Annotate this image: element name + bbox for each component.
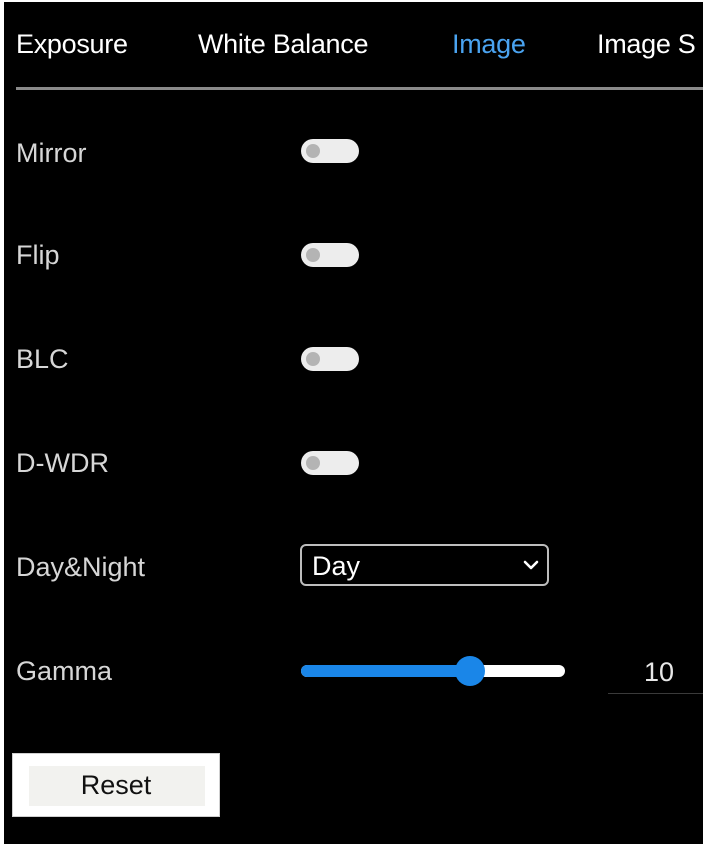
tab-image-settings[interactable]: Image S [597,29,696,60]
tab-divider [16,87,703,90]
mirror-label: Mirror [16,138,87,168]
dwdr-label: D-WDR [16,448,109,478]
gamma-value-field[interactable]: 10 [608,652,703,694]
reset-button[interactable]: Reset [12,753,220,817]
day-night-selected-value: Day [312,551,361,581]
blc-toggle[interactable] [301,347,359,371]
gamma-slider-fill [301,665,470,677]
gamma-slider-thumb[interactable] [454,656,485,686]
toggle-knob [306,248,320,262]
gamma-label: Gamma [16,656,113,686]
toggle-knob [306,144,320,158]
mirror-toggle[interactable] [301,139,359,163]
gamma-slider[interactable] [301,656,565,686]
chevron-down-icon [523,560,539,570]
day-night-label: Day&Night [16,552,146,582]
image-settings-panel: Exposure White Balance Image Image S Mir… [4,2,703,844]
flip-label: Flip [16,240,60,270]
reset-button-label: Reset [80,770,152,800]
flip-toggle[interactable] [301,243,359,267]
gamma-value: 10 [644,657,675,687]
tab-image[interactable]: Image [452,29,526,60]
blc-label: BLC [16,344,69,374]
toggle-knob [306,456,320,470]
toggle-knob [306,352,320,366]
tab-white-balance[interactable]: White Balance [198,29,369,60]
day-night-select[interactable]: Day [300,544,549,586]
tab-exposure[interactable]: Exposure [16,29,128,60]
settings-tabs: Exposure White Balance Image Image S [4,2,703,90]
dwdr-toggle[interactable] [301,451,359,475]
